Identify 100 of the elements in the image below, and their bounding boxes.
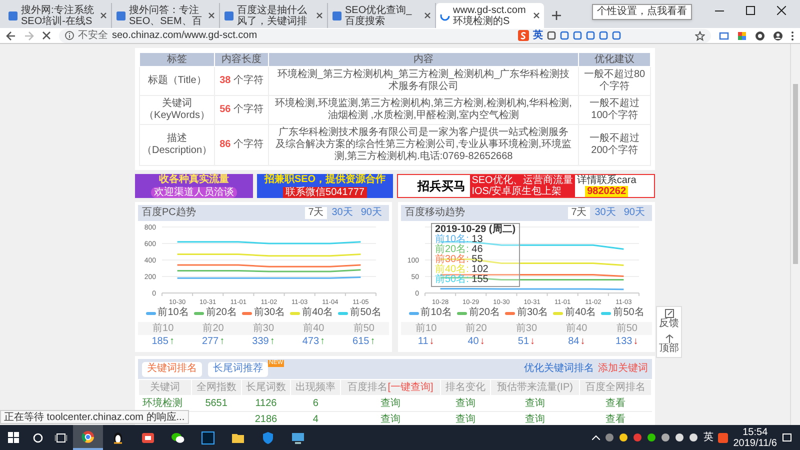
extension-icon[interactable] [755, 30, 765, 40]
extension-icon[interactable] [719, 30, 729, 40]
tab-title: SEO优化查询_百度搜索 [345, 4, 413, 26]
close-icon[interactable] [424, 12, 431, 19]
ad-banner[interactable]: 招兼职SEO，提供资源合作 联系微信5041777 [257, 174, 393, 198]
link[interactable]: 查看 [606, 414, 626, 424]
trend-arrow: ↓ [580, 336, 586, 348]
range-tab[interactable]: 90天 [620, 207, 648, 219]
link[interactable]: 查询 [455, 398, 476, 408]
table-cell: 一般不超过200个字符 [578, 124, 650, 166]
range-tab[interactable]: 7天 [305, 207, 327, 219]
status-bubble: 正在等待 toolcenter.chinaz.com 的响应... [0, 410, 189, 424]
chat-bubbles-icon[interactable] [171, 430, 185, 444]
trend-arrow: ↑ [270, 336, 275, 348]
browser-tab[interactable]: www.gd-sct.com环境检测的S [436, 3, 544, 28]
ime-mode-label[interactable]: 英 [533, 30, 543, 42]
stat-value: 84 [568, 336, 580, 348]
trend-arrow: ↑ [370, 336, 376, 348]
legend-label: 前40名 [565, 307, 596, 319]
stat-label: 前10 [138, 322, 188, 335]
image-editor-icon[interactable] [201, 430, 215, 444]
windows-start-icon[interactable] [8, 432, 19, 443]
search-icon[interactable] [33, 432, 43, 442]
tab[interactable]: 关键词排名 [142, 362, 202, 376]
maximize-icon[interactable] [746, 6, 755, 14]
table-cell: 一般不超过80个字符 [578, 66, 650, 96]
stat-label: 前20 [188, 322, 238, 335]
trend-arrow: ↓ [633, 336, 638, 348]
stat-value: 51 [518, 336, 530, 348]
stat-label: 前50 [602, 322, 652, 335]
side-button-label[interactable]: 顶部 [659, 343, 679, 355]
task-view-icon[interactable] [55, 432, 67, 442]
back-arrow-icon[interactable] [6, 30, 16, 40]
range-tab[interactable]: 90天 [358, 207, 385, 219]
range-tab[interactable]: 7天 [568, 207, 590, 219]
close-icon[interactable] [208, 12, 215, 19]
edit-icon[interactable] [664, 309, 674, 318]
stop-icon[interactable] [42, 31, 51, 40]
link[interactable]: 查询 [455, 414, 476, 424]
ime-logo-icon[interactable] [718, 432, 728, 442]
legend-label: 前50名 [350, 307, 382, 319]
app-icon[interactable] [141, 430, 155, 444]
table-cell: 56 个字符 [220, 104, 264, 115]
legend-label: 前30名 [254, 307, 286, 319]
notification-icon[interactable] [782, 432, 792, 442]
penguin-icon[interactable] [111, 430, 125, 444]
menu-icon[interactable] [791, 30, 794, 40]
close-icon[interactable] [777, 6, 786, 14]
column-header: 优化建议 [578, 52, 650, 66]
shield-icon[interactable] [261, 430, 275, 444]
range-tab[interactable]: 30天 [328, 207, 356, 219]
link[interactable]: 查询 [524, 398, 545, 408]
tooltip: 个性设置，点我看看 [592, 4, 692, 20]
close-icon[interactable] [316, 12, 323, 19]
tab-title: 搜外问答：专注SEO、SEM、百 [129, 4, 203, 26]
tab[interactable]: 长尾词推荐 [208, 362, 268, 376]
close-icon[interactable] [100, 12, 107, 19]
trend-arrow: ↓ [429, 336, 434, 348]
caret-up-icon[interactable] [592, 435, 600, 440]
ad-banner[interactable]: 收各种真实流量 欢迎渠道人员洽谈 [135, 174, 253, 198]
side-button-label[interactable]: 反馈 [659, 318, 679, 330]
table-cell: 2186 [254, 414, 278, 424]
trend-arrow: ↑ [220, 336, 225, 348]
trend-arrow: ↓ [480, 336, 485, 348]
ime-mode-label[interactable]: 英 [703, 432, 714, 444]
stat-value: 185 [152, 336, 168, 348]
browser-icon[interactable] [81, 430, 95, 444]
clock-date[interactable]: 2019/11/6 [733, 438, 777, 448]
table-cell: 86 个字符 [220, 139, 264, 150]
column-header: 百度排名[一键查询] [340, 380, 440, 396]
column-header: 内容 [268, 52, 578, 66]
range-tab[interactable]: 30天 [592, 207, 619, 219]
table-cell: 广东华科检测技术服务有限公司是一家为客户提供一站式检测服务及综合解决方案的综合性第三方检测公司,专业从事环境检测,环境监测,第三方检测机构.电话:0769-82652668 [268, 124, 578, 166]
close-icon[interactable] [533, 12, 540, 19]
link[interactable]: 查询 [380, 398, 400, 408]
stat-label: 前40 [288, 322, 339, 335]
scrollbar[interactable] [790, 44, 800, 425]
trend-arrow: ↑ [320, 336, 326, 348]
link[interactable]: 环境检测 [142, 398, 182, 408]
legend-label: 前20名 [206, 307, 237, 319]
computer-icon[interactable] [291, 430, 305, 444]
up-arrow-icon[interactable] [664, 334, 674, 343]
new-tab-icon[interactable] [552, 11, 561, 20]
table-cell: 38 个字符 [220, 75, 264, 86]
column-header: 排名变化 [440, 380, 490, 396]
account-icon[interactable] [773, 30, 783, 40]
trend-arrow: ↓ [530, 336, 536, 348]
link[interactable]: 添加关键词 [598, 363, 648, 375]
star-icon[interactable] [695, 30, 705, 40]
address-field[interactable]: 不安全 seo.chinaz.com/www.gd-sct.com 英 [59, 28, 711, 42]
stat-label: 前20 [451, 322, 502, 335]
link[interactable]: 查询 [380, 414, 400, 424]
link[interactable]: 优化关键词排名 [524, 363, 594, 375]
link[interactable]: 查询 [524, 414, 545, 424]
legend-label: 前10名 [420, 307, 452, 319]
link[interactable]: 查看 [606, 398, 626, 408]
clock-time[interactable]: 15:54 [742, 426, 768, 438]
table-cell: 4 [312, 414, 318, 424]
ime-logo-icon[interactable] [518, 30, 529, 41]
tab-title: 搜外网:专注系统SEO培训-在线S [21, 4, 95, 26]
